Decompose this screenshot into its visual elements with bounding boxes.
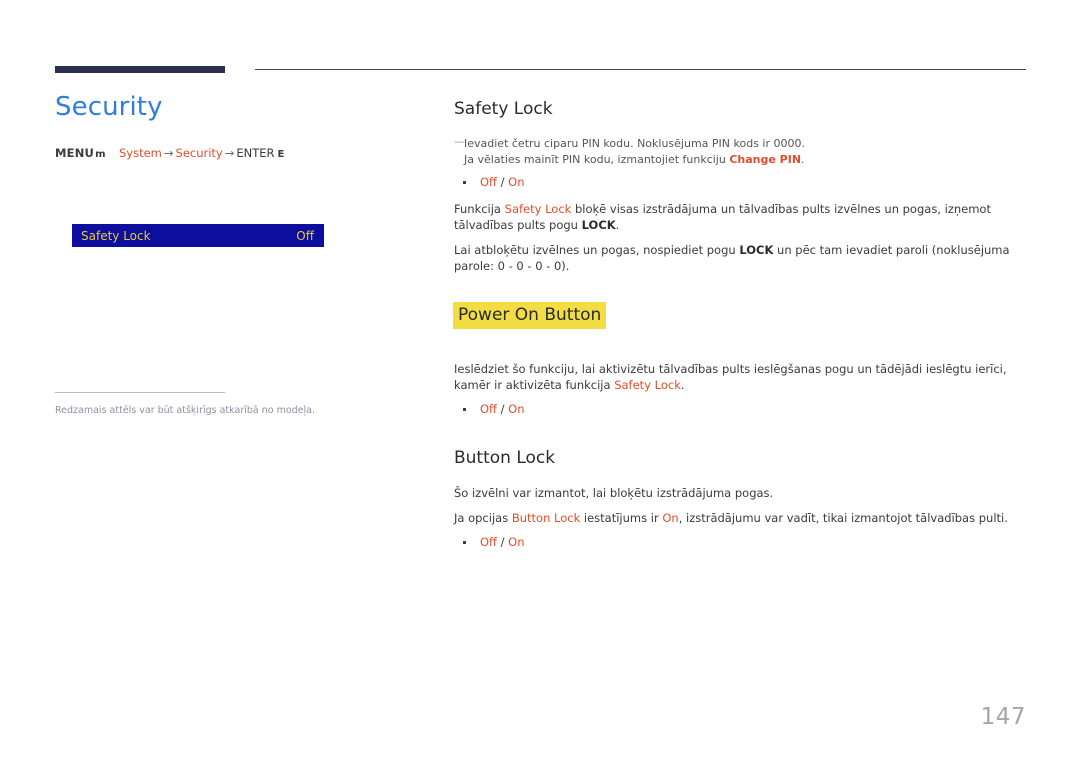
para-text-3: . (615, 218, 620, 232)
para4-accent-on: On (662, 511, 679, 525)
section-heading-power-on-button: Power On Button (453, 302, 607, 329)
enter-button-icon: E (277, 149, 285, 160)
paragraph-button-lock-1: Šo izvēlni var izmantot, lai bloķētu izs… (454, 486, 774, 500)
option-item[interactable]: Off / On (454, 535, 1026, 550)
note-line-2-suffix: . (801, 153, 805, 166)
paragraph-power-on-button: Ieslēdziet šo funkciju, lai aktivizētu t… (454, 361, 1026, 393)
para2-text: Lai atbloķētu izvēlnes un pogas, nospied… (454, 243, 740, 257)
options-list-power-on-button: Off / On (454, 402, 1026, 417)
paragraph-safety-lock-2: Lai atbloķētu izvēlnes un pogas, nospied… (454, 242, 1026, 274)
page-number: 147 (980, 704, 1026, 730)
menu-path-step-system: System (118, 146, 162, 160)
para3-text-2: . (680, 378, 685, 392)
option-on[interactable]: On (508, 175, 524, 189)
paragraph-safety-lock-1: Funkcija Safety Lock bloķē visas izstrād… (454, 201, 1026, 233)
options-list-safety-lock: Off / On (454, 175, 1026, 190)
para4-accent-button-lock: Button Lock (511, 511, 581, 525)
menu-button-icon: m (95, 149, 105, 160)
para3-accent-safety-lock: Safety Lock (614, 378, 681, 392)
para2-bold-lock: LOCK (739, 243, 774, 257)
note-line-1: Ievadiet četru ciparu PIN kodu. Noklusēj… (464, 137, 805, 150)
section-heading-safety-lock: Safety Lock (454, 99, 553, 119)
paragraph-button-lock-2: Ja opcijas Button Lock iestatījums ir On… (454, 510, 1026, 526)
option-separator: / (496, 402, 509, 416)
option-separator: / (496, 535, 509, 549)
para3-text: Ieslēdziet šo funkciju, lai aktivizētu t… (454, 362, 1007, 392)
note-link-change-pin: Change PIN (729, 153, 802, 166)
option-off[interactable]: Off (480, 535, 497, 549)
header-accent-bar (55, 66, 225, 73)
left-column: Security MENUm System → Security → ENTER E (55, 92, 400, 162)
para4-text-2: iestatījums ir (580, 511, 663, 525)
menu-path-breadcrumb: MENUm System → Security → ENTER E (55, 146, 400, 162)
osd-preview-safety-lock-row[interactable]: Safety Lock Off (72, 224, 324, 247)
option-off[interactable]: Off (480, 175, 497, 189)
menu-path-step-security: Security (175, 146, 223, 160)
note-block-pin: — Ievadiet četru ciparu PIN kodu. Noklus… (454, 135, 1026, 168)
right-column: Safety Lock — Ievadiet četru ciparu PIN … (453, 98, 1026, 561)
section-heading-wrap-power-on-button: Power On Button (453, 302, 1026, 345)
para4-text-3: , izstrādājumu var vadīt, tikai izmantoj… (678, 511, 1008, 525)
para-text: Funkcija (454, 202, 505, 216)
arrow-right-icon-2: → (224, 146, 235, 160)
footnote-text: Redzamais attēls var būt atšķirīgs atkar… (55, 405, 316, 416)
menu-path-enter-label: ENTER (236, 146, 275, 160)
option-on[interactable]: On (508, 535, 524, 549)
osd-row-value: Off (296, 228, 314, 243)
menu-path-menu-label: MENU (55, 146, 95, 160)
osd-row-label: Safety Lock (81, 228, 151, 243)
footnote-divider (55, 392, 225, 393)
note-dash-icon: — (454, 135, 465, 148)
note-text: Ievadiet četru ciparu PIN kodu. Noklusēj… (464, 136, 805, 168)
options-list-button-lock: Off / On (454, 535, 1026, 550)
header-divider-line (255, 69, 1026, 70)
option-item[interactable]: Off / On (454, 175, 1026, 190)
note-line-2-prefix: Ja vēlaties mainīt PIN kodu, izmantojiet… (464, 153, 730, 166)
page-header-rules (0, 0, 1080, 80)
option-off[interactable]: Off (480, 402, 497, 416)
section-heading-button-lock: Button Lock (454, 448, 556, 468)
option-on[interactable]: On (508, 402, 524, 416)
para-bold-lock: LOCK (581, 218, 616, 232)
option-separator: / (496, 175, 509, 189)
page-title: Security (55, 92, 163, 122)
arrow-right-icon: → (163, 146, 174, 160)
left-footnote: Redzamais attēls var būt atšķirīgs atkar… (55, 392, 335, 417)
option-item[interactable]: Off / On (454, 402, 1026, 417)
para4-text: Ja opcijas (454, 511, 512, 525)
para-accent-safety-lock: Safety Lock (504, 202, 572, 216)
